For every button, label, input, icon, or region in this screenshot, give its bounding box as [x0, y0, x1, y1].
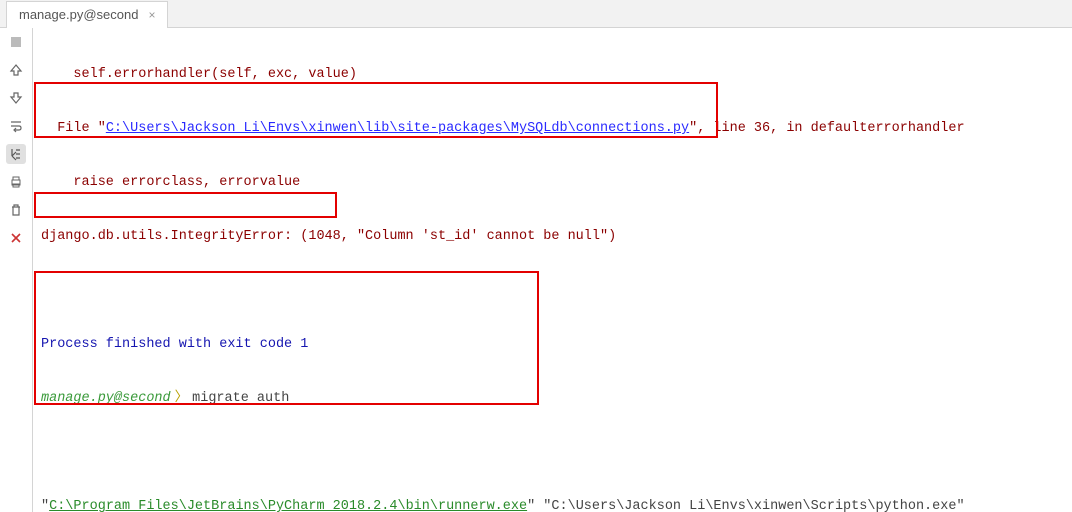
file-link[interactable]: C:\Users\Jackson Li\Envs\xinwen\lib\site…: [106, 121, 689, 136]
tab-title: manage.py@second: [19, 7, 138, 22]
trash-icon[interactable]: [6, 200, 26, 220]
soft-wrap-icon[interactable]: [6, 116, 26, 136]
scroll-to-end-icon[interactable]: [6, 144, 26, 164]
tab-manage-py[interactable]: manage.py@second ×: [6, 1, 168, 28]
traceback-raise-line: raise errorclass, errorvalue: [41, 169, 1064, 196]
prompt-line[interactable]: manage.py@second〉migrate auth: [41, 385, 1064, 412]
prompt-context: manage.py@second: [41, 391, 171, 406]
traceback-file-line: File "C:\Users\Jackson Li\Envs\xinwen\li…: [41, 115, 1064, 142]
print-icon[interactable]: [6, 172, 26, 192]
prompt-arrow-icon: 〉: [171, 391, 193, 406]
exit-code-line: Process finished with exit code 1: [41, 331, 1064, 358]
stop-icon[interactable]: [6, 32, 26, 52]
close-icon[interactable]: ×: [148, 8, 155, 22]
error-line: django.db.utils.IntegrityError: (1048, "…: [41, 223, 1064, 250]
blank-line: [41, 277, 1064, 304]
gutter: [0, 28, 33, 512]
traceback-line: self.errorhandler(self, exc, value): [41, 61, 1064, 88]
runner-line: "C:\Program Files\JetBrains\PyCharm 2018…: [41, 493, 1064, 512]
prompt-command: migrate auth: [192, 391, 289, 406]
arrow-down-icon[interactable]: [6, 88, 26, 108]
tab-bar: manage.py@second ×: [0, 0, 1072, 28]
console-output[interactable]: self.errorhandler(self, exc, value) File…: [33, 28, 1072, 512]
runner-path-link[interactable]: C:\Program Files\JetBrains\PyCharm 2018.…: [49, 499, 527, 512]
arrow-up-icon[interactable]: [6, 60, 26, 80]
blank-line: [41, 439, 1064, 466]
workspace: self.errorhandler(self, exc, value) File…: [0, 28, 1072, 512]
close-panel-icon[interactable]: [6, 228, 26, 248]
